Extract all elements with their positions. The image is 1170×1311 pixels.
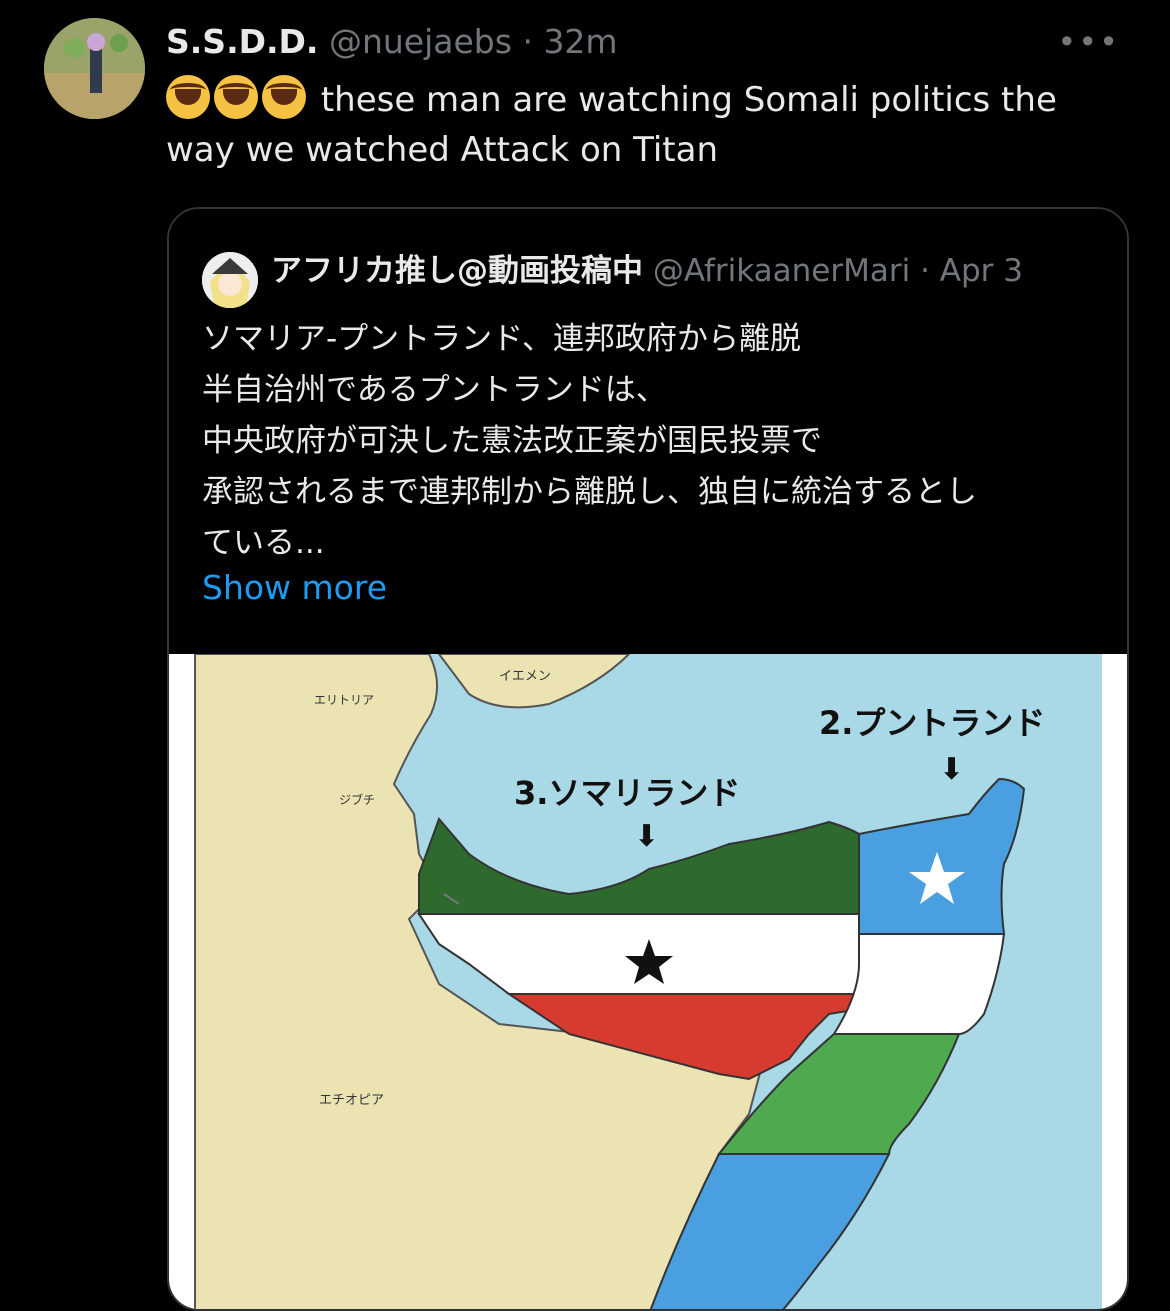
author-avatar[interactable] [44, 18, 145, 119]
show-more-link[interactable]: Show more [202, 566, 387, 610]
quoted-author-name[interactable]: アフリカ推し@動画投稿中 [271, 249, 643, 293]
map-label-ethiopia: エチオピア [319, 1093, 384, 1108]
quoted-author-handle[interactable]: @AfrikaanerMari [653, 249, 910, 293]
loudly-crying-face-emoji [214, 75, 258, 119]
author-handle[interactable]: @nuejaebs [329, 22, 512, 61]
quoted-tweet-card[interactable]: アフリカ推し@動画投稿中 @AfrikaanerMari · Apr 3 ソマリ… [167, 207, 1129, 1311]
map-label-djibouti: ジブチ [339, 792, 375, 807]
tweet-text: these man are watching Somali politics t… [166, 75, 1116, 175]
quoted-separator: · [920, 253, 930, 289]
map-arrow-puntland: ⬇ [939, 752, 964, 787]
quoted-line: 半自治州であるプントランドは、 [202, 372, 667, 408]
quoted-date[interactable]: Apr 3 [940, 253, 1023, 289]
quoted-tweet-header: アフリカ推し@動画投稿中 @AfrikaanerMari · Apr 3 [271, 249, 1101, 293]
map-arrow-somaliland: ⬇ [634, 819, 659, 854]
more-options-icon[interactable]: ••• [1057, 26, 1120, 58]
map-label-somaliland: 3.ソマリランド [514, 774, 740, 812]
somalia-map-image[interactable]: イエメン エリトリア ジブチ エチオピア 2.プントランド ⬇ 3.ソマリランド… [169, 654, 1127, 1311]
quoted-tweet-text: ソマリア-プントランド、連邦政府から離脱 半自治州であるプントランドは、 中央政… [202, 314, 1102, 569]
quoted-line: ている... [202, 525, 325, 561]
loudly-crying-face-emoji [262, 75, 306, 119]
header-separator: · [522, 22, 533, 61]
author-name[interactable]: S.S.D.D. [166, 22, 318, 61]
loudly-crying-face-emoji [166, 75, 210, 119]
tweet-header: S.S.D.D. @nuejaebs · 32m [166, 20, 618, 64]
map-label-yemen: イエメン [499, 669, 551, 684]
map-label-eritrea: エリトリア [314, 693, 374, 707]
quoted-line: ソマリア-プントランド、連邦政府から離脱 [202, 321, 801, 357]
map-label-puntland: 2.プントランド [819, 704, 1045, 742]
quoted-author-avatar[interactable] [202, 252, 258, 308]
tweet-time[interactable]: 32m [543, 22, 617, 61]
quoted-line: 中央政府が可決した憲法改正案が国民投票で [202, 423, 822, 459]
quoted-line: 承認されるまで連邦制から離脱し、独自に統治するとし [202, 474, 977, 510]
